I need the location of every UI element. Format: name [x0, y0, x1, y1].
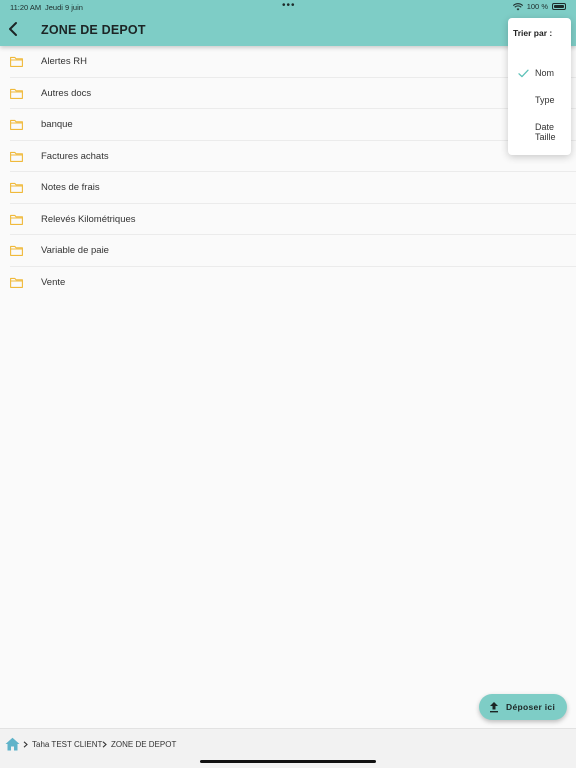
sort-option-name[interactable]: Nom [508, 63, 571, 85]
deposit-button[interactable]: Déposer ici [479, 694, 567, 720]
upload-icon [490, 702, 498, 713]
battery-percent: 100 % [526, 2, 548, 11]
sort-option-size[interactable]: Taille [508, 132, 571, 154]
folder-icon [10, 151, 23, 162]
page-title: ZONE DE DEPOT [41, 23, 146, 37]
status-time: 11:20 AM [10, 3, 42, 12]
sort-option-label: Taille [535, 132, 556, 142]
folder-item[interactable]: Factures achats [10, 141, 576, 172]
app-header: 11:20 AM Jeudi 9 juin ••• 100 % ZONE DE … [0, 0, 576, 46]
battery-icon [552, 3, 566, 10]
folder-icon [10, 214, 23, 225]
sort-option-label: Nom [535, 68, 555, 78]
sort-menu: Trier par : Nom Type Date Taille [508, 18, 571, 155]
folder-item[interactable]: banque [10, 109, 576, 141]
folder-label: Vente [41, 276, 66, 288]
home-indicator[interactable] [200, 760, 376, 763]
wifi-icon [512, 2, 523, 10]
folder-item[interactable]: Vente [10, 267, 576, 299]
folder-list: Alertes RH Autres docs banque Factures a… [0, 46, 576, 298]
folder-icon [10, 56, 23, 67]
deposit-button-label: Déposer ici [506, 702, 556, 712]
folder-label: Variable de paie [41, 245, 109, 256]
folder-icon [10, 245, 23, 256]
chevron-right-icon [102, 741, 107, 748]
status-right: 100 % [512, 2, 566, 11]
folder-label: Notes de frais [41, 182, 100, 193]
folder-item[interactable]: Autres docs [10, 78, 576, 109]
multitasking-dots[interactable]: ••• [282, 0, 296, 11]
folder-icon [10, 119, 23, 130]
breadcrumb-item-client[interactable]: Taha TEST CLIENT [32, 740, 102, 749]
folder-label: Alertes RH [41, 56, 87, 67]
sort-option-type[interactable]: Type [508, 90, 571, 112]
folder-icon [10, 277, 23, 288]
sort-option-label: Type [535, 95, 555, 105]
check-icon [518, 69, 529, 78]
home-icon[interactable] [5, 737, 20, 751]
folder-label: Relevés Kilométriques [41, 213, 136, 225]
folder-icon [10, 182, 23, 193]
status-date: Jeudi 9 juin [45, 3, 83, 12]
chevron-right-icon [23, 741, 28, 748]
back-button[interactable] [7, 21, 21, 37]
sort-menu-title: Trier par : [513, 28, 553, 38]
folder-item[interactable]: Alertes RH [10, 46, 576, 78]
folder-item[interactable]: Variable de paie [10, 235, 576, 267]
folder-label: banque [41, 119, 73, 130]
folder-icon [10, 88, 23, 99]
folder-label: Factures achats [41, 150, 109, 162]
folder-item[interactable]: Relevés Kilométriques [10, 204, 576, 235]
folder-item[interactable]: Notes de frais [10, 172, 576, 204]
folder-label: Autres docs [41, 87, 92, 99]
sort-option-label: Date [535, 122, 555, 132]
status-bar: 11:20 AM Jeudi 9 juin ••• 100 % [0, 0, 576, 14]
breadcrumb-item-current: ZONE DE DEPOT [111, 740, 177, 749]
